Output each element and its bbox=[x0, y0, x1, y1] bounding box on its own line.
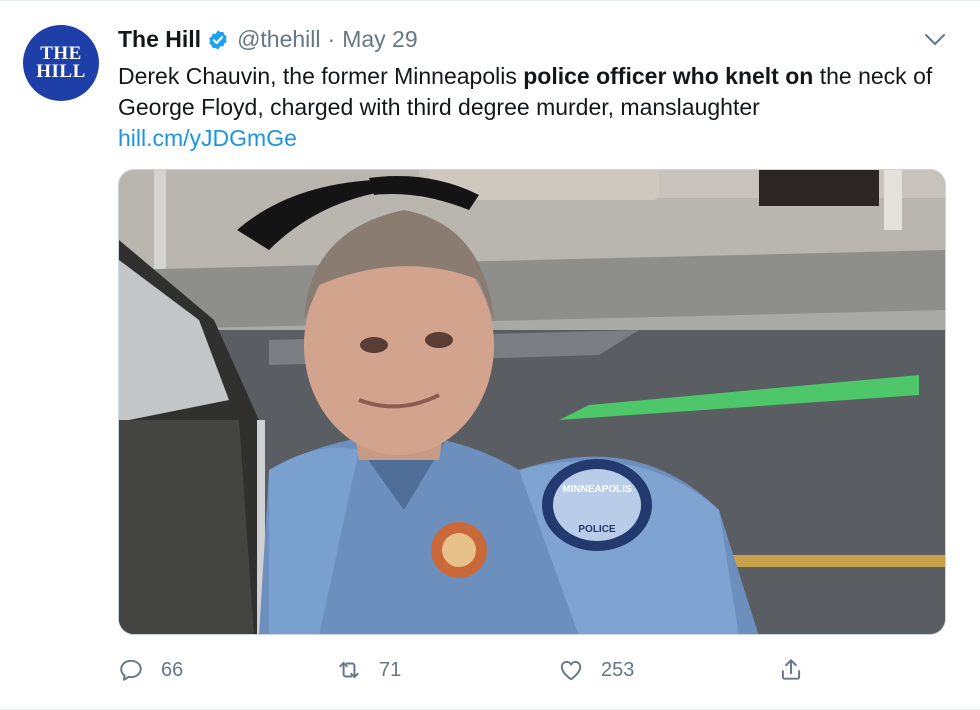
tweet-text-bold: police officer who knelt on bbox=[523, 63, 814, 89]
retweet-button[interactable]: 71 bbox=[336, 653, 401, 687]
tweet-media-image[interactable]: MINNEAPOLIS POLICE bbox=[118, 169, 946, 635]
tweet-text: Derek Chauvin, the former Minneapolis po… bbox=[118, 61, 938, 154]
header-separator: · bbox=[327, 26, 336, 52]
retweet-icon bbox=[339, 661, 359, 679]
badge-text-bottom: POLICE bbox=[578, 524, 616, 535]
author-handle[interactable]: @thehill bbox=[237, 26, 320, 53]
tweet-header: The Hill @thehill · May 29 bbox=[118, 26, 418, 53]
share-button[interactable] bbox=[778, 653, 804, 687]
like-count: 253 bbox=[601, 658, 635, 681]
heart-icon bbox=[560, 660, 582, 681]
share-icon bbox=[781, 659, 801, 680]
retweet-count: 71 bbox=[379, 658, 402, 681]
verified-badge-icon bbox=[209, 29, 227, 50]
badge-text-top: MINNEAPOLIS bbox=[562, 484, 632, 495]
reply-count: 66 bbox=[161, 658, 184, 681]
reply-button[interactable]: 66 bbox=[118, 653, 183, 687]
tweet-actions: 66 71 253 bbox=[118, 653, 818, 687]
avatar-text-hill: HILL bbox=[36, 61, 86, 82]
chevron-down-icon[interactable] bbox=[924, 33, 946, 47]
reply-icon bbox=[120, 659, 142, 681]
tweet[interactable]: THE HILL The Hill @thehill · May 29 Dere… bbox=[0, 0, 980, 710]
photo-illustration: MINNEAPOLIS POLICE bbox=[119, 170, 945, 634]
avatar[interactable]: THE HILL bbox=[23, 25, 99, 101]
tweet-link[interactable]: hill.cm/yJDGmGe bbox=[118, 123, 938, 154]
tweet-text-start: Derek Chauvin, the former Minneapolis bbox=[118, 63, 524, 89]
tweet-date[interactable]: May 29 bbox=[342, 26, 417, 53]
author-name[interactable]: The Hill bbox=[118, 26, 201, 53]
like-button[interactable]: 253 bbox=[558, 653, 634, 687]
